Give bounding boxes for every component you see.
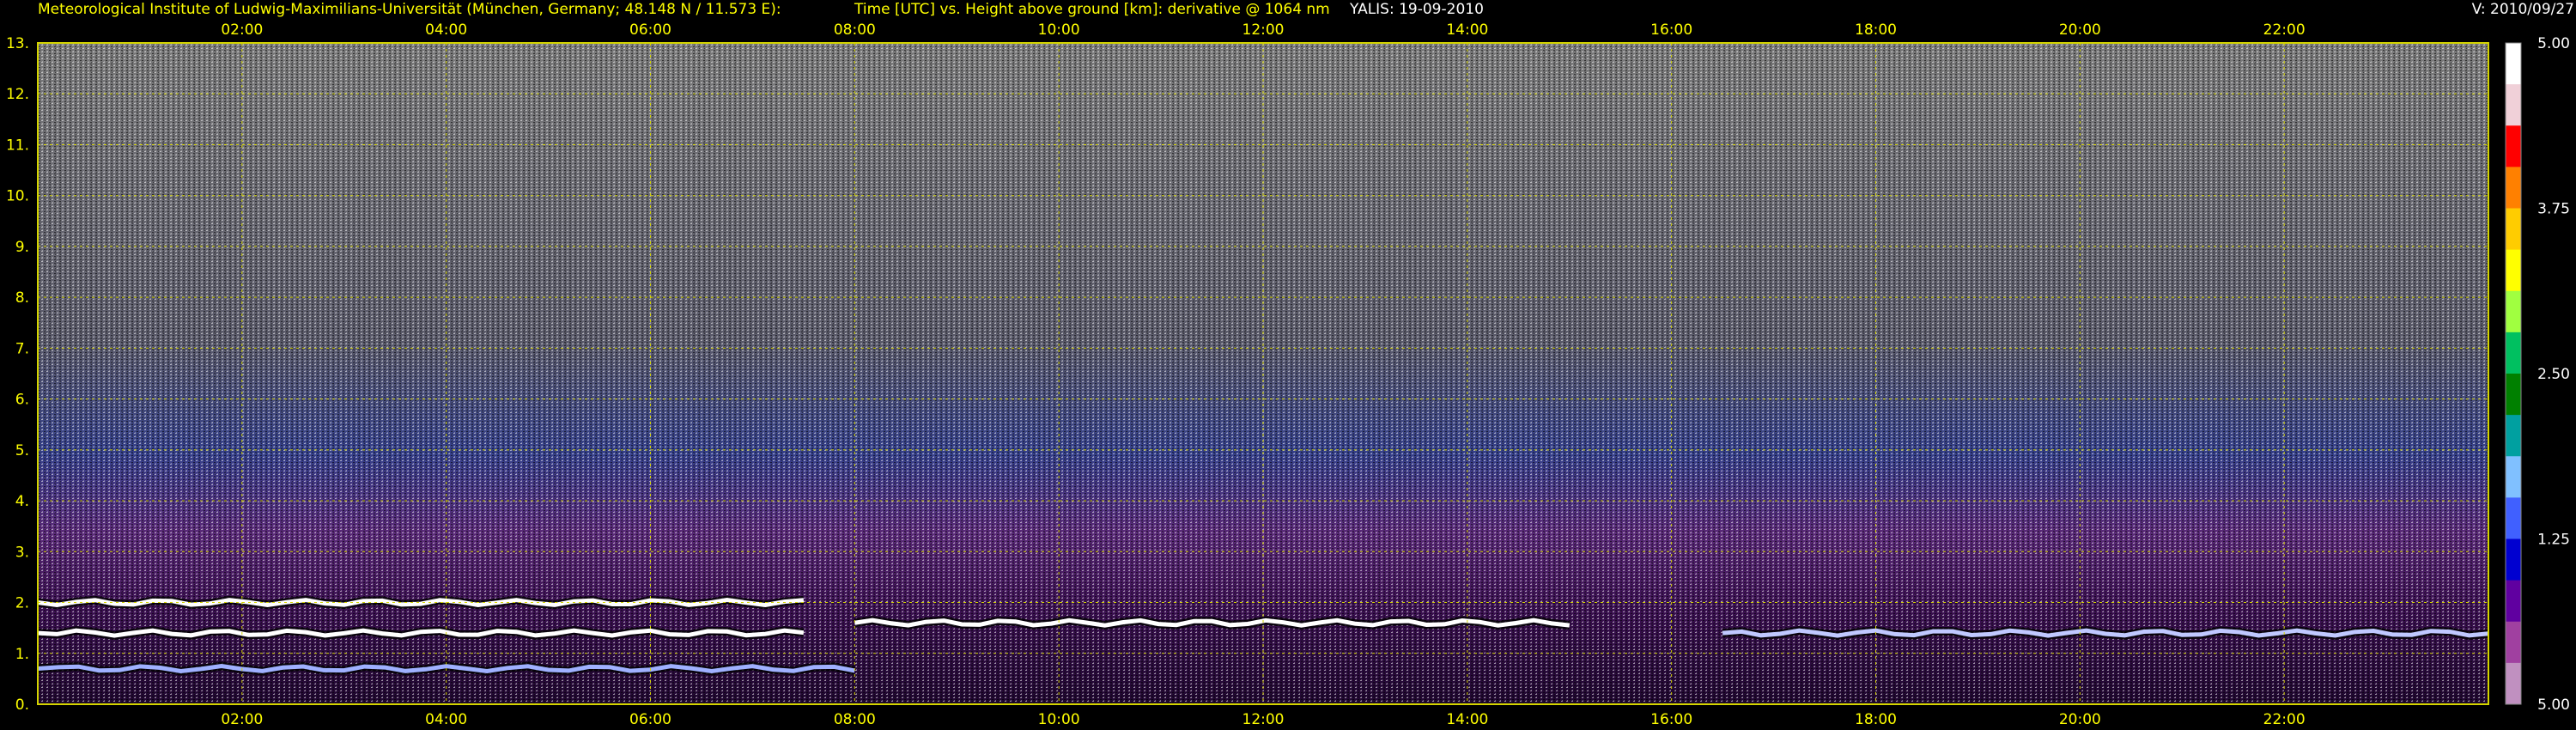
x-tick-label-top: 08:00 xyxy=(834,21,876,39)
y-ticks: 0. 1. 2. 3. 4. 5. 6. 7. 8. 9. 10. 11. 12. 13. xyxy=(6,35,29,714)
colorbar-swatch xyxy=(2506,208,2521,251)
y-tick-label: 5. xyxy=(15,442,29,459)
colorbar-tick-label: 3.75 xyxy=(2537,201,2570,218)
y-tick-label: 6. xyxy=(15,392,29,409)
x-tick-label-bottom: 04:00 xyxy=(425,711,467,728)
y-tick-label: 0. xyxy=(15,697,29,714)
x-tick-label-top: 20:00 xyxy=(2059,21,2101,39)
x-ticks-bottom: 02:00 04:00 06:00 08:00 10:00 12:00 14:00 16:00… xyxy=(221,711,2305,728)
x-tick-label-bottom: 14:00 xyxy=(1446,711,1488,728)
x-tick-label-bottom: 06:00 xyxy=(629,711,671,728)
y-tick-label: 13. xyxy=(6,35,29,52)
colorbar-swatch xyxy=(2506,249,2521,292)
y-tick-label: 2. xyxy=(15,595,29,612)
colorbar-tick-label: 1.25 xyxy=(2537,532,2570,549)
x-tick-label-top: 06:00 xyxy=(629,21,671,39)
x-tick-label-bottom: 02:00 xyxy=(221,711,263,728)
x-tick-label-top: 16:00 xyxy=(1650,21,1692,39)
y-tick-label: 8. xyxy=(15,289,29,307)
colorbar-swatch xyxy=(2506,456,2521,498)
y-tick-label: 3. xyxy=(15,544,29,561)
y-tick-label: 10. xyxy=(6,188,29,205)
colorbar-ticks: 5.00 3.75 2.50 1.25 5.00 xyxy=(2537,35,2570,714)
x-tick-label-top: 04:00 xyxy=(425,21,467,39)
colorbar-swatch xyxy=(2506,332,2521,374)
x-ticks-top: 02:00 04:00 06:00 08:00 10:00 12:00 14:00 16:00… xyxy=(221,21,2305,39)
colorbar xyxy=(2505,42,2522,705)
y-tick-label: 9. xyxy=(15,239,29,256)
x-tick-label-top: 14:00 xyxy=(1446,21,1488,39)
lidar-chart: 02:00 04:00 06:00 08:00 10:00 12:00 14:00 16:00… xyxy=(6,21,2570,728)
x-tick-label-bottom: 20:00 xyxy=(2059,711,2101,728)
x-tick-label-bottom: 12:00 xyxy=(1242,711,1285,728)
colorbar-tick-label: 5.00 xyxy=(2537,35,2570,52)
colorbar-swatch xyxy=(2506,167,2521,209)
colorbar-swatch xyxy=(2506,125,2521,167)
colorbar-swatch xyxy=(2506,415,2521,457)
colorbar-tick-label: 2.50 xyxy=(2537,366,2570,383)
x-tick-label-top: 22:00 xyxy=(2263,21,2306,39)
x-tick-label-bottom: 08:00 xyxy=(834,711,876,728)
colorbar-swatch xyxy=(2506,662,2521,705)
y-tick-label: 11. xyxy=(6,137,29,154)
colorbar-swatch xyxy=(2506,84,2521,126)
y-tick-label: 12. xyxy=(6,86,29,103)
colorbar-swatch xyxy=(2506,621,2521,664)
colorbar-swatch xyxy=(2506,374,2521,416)
colorbar-swatch xyxy=(2506,580,2521,623)
x-tick-label-top: 10:00 xyxy=(1038,21,1080,39)
x-tick-label-top: 02:00 xyxy=(221,21,263,39)
x-tick-label-top: 18:00 xyxy=(1855,21,1897,39)
y-tick-label: 1. xyxy=(15,646,29,663)
y-tick-label: 4. xyxy=(15,493,29,510)
x-tick-label-bottom: 22:00 xyxy=(2263,711,2306,728)
colorbar-swatch xyxy=(2506,538,2521,581)
y-tick-label: 7. xyxy=(15,340,29,357)
x-tick-label-top: 12:00 xyxy=(1242,21,1285,39)
x-tick-label-bottom: 10:00 xyxy=(1038,711,1080,728)
colorbar-swatch xyxy=(2506,43,2521,85)
colorbar-swatch xyxy=(2506,290,2521,333)
x-tick-label-bottom: 18:00 xyxy=(1855,711,1897,728)
colorbar-swatch xyxy=(2506,497,2521,539)
x-tick-label-bottom: 16:00 xyxy=(1650,711,1692,728)
colorbar-tick-label: 5.00 xyxy=(2537,697,2570,714)
